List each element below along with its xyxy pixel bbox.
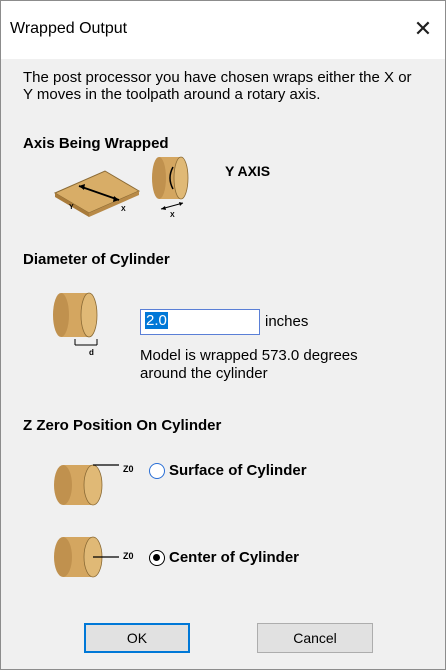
ok-button[interactable]: OK <box>84 623 190 653</box>
diameter-value: 2.0 <box>145 312 168 329</box>
cylinder-diameter-icon: d <box>51 287 111 364</box>
cylinder-x-label: X <box>170 212 175 219</box>
radio-button-surface[interactable] <box>149 462 165 479</box>
radio-center-of-cylinder[interactable]: Center of Cylinder <box>149 549 299 566</box>
dialog-window: Wrapped Output ✕ The post processor you … <box>0 0 446 670</box>
title-bar: Wrapped Output ✕ <box>1 1 445 59</box>
radio-button-center[interactable] <box>149 549 165 566</box>
z-zero-center-icon <box>53 525 129 594</box>
radio-selected-dot <box>153 553 160 561</box>
axis-value: Y AXIS <box>225 163 271 179</box>
intro-text: The post processor you have chosen wraps… <box>23 69 412 103</box>
z0-label-surface: Z0 <box>123 464 134 474</box>
diameter-d-label: d <box>89 348 94 357</box>
diameter-heading: Diameter of Cylinder <box>23 251 170 268</box>
z-zero-surface-icon <box>53 445 129 514</box>
sheet-x-label: X <box>121 206 126 213</box>
z0-label-center: Z0 <box>123 551 134 561</box>
sheet-y-label: Y <box>69 204 74 211</box>
dialog-title: Wrapped Output <box>10 20 128 37</box>
radio-label-center[interactable]: Center of Cylinder <box>169 549 299 566</box>
close-icon[interactable]: ✕ <box>407 14 439 44</box>
wrap-axis-icon: Y X X <box>49 143 209 226</box>
radio-surface-of-cylinder[interactable]: Surface of Cylinder <box>149 462 307 479</box>
cancel-button[interactable]: Cancel <box>257 623 373 653</box>
radio-label-surface[interactable]: Surface of Cylinder <box>169 462 307 479</box>
wrap-degrees-note: Model is wrapped 573.0 degrees around th… <box>140 347 358 382</box>
diameter-units: inches <box>265 313 309 330</box>
diameter-input[interactable]: 2.0 <box>140 309 260 335</box>
dialog-content: The post processor you have chosen wraps… <box>1 59 445 669</box>
z-zero-heading: Z Zero Position On Cylinder <box>23 417 222 434</box>
